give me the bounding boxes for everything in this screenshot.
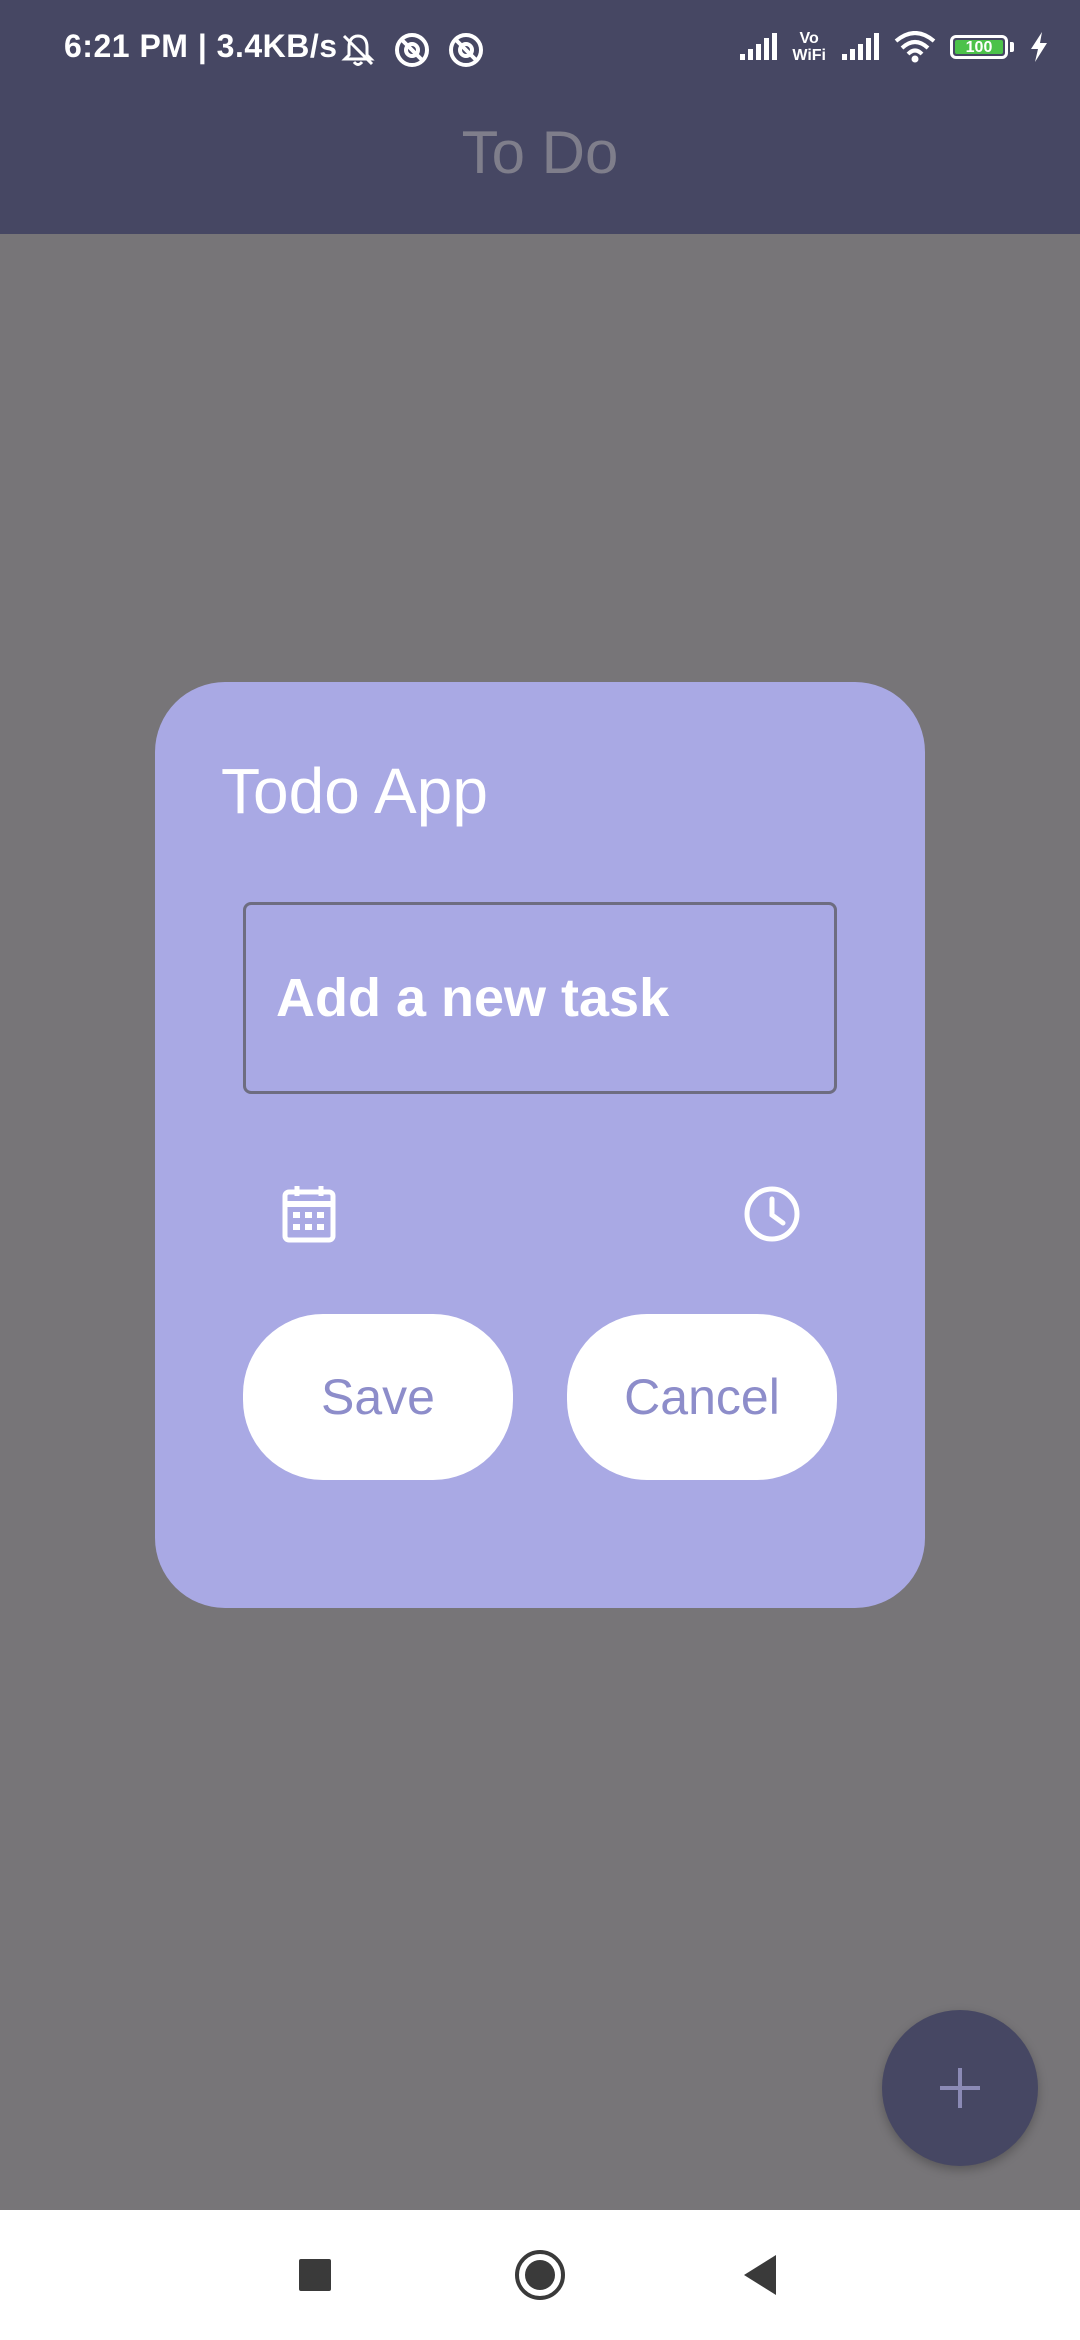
clock-icon — [744, 1186, 800, 1242]
add-task-fab[interactable] — [882, 2010, 1038, 2166]
status-right-icons: Vo WiFi 100 — [738, 30, 1050, 64]
status-left-icons — [338, 30, 486, 70]
vowifi-icon: Vo WiFi — [792, 30, 826, 64]
vpn-icon — [395, 33, 429, 67]
status-time: 6:21 PM | 3.4KB/s — [64, 28, 338, 64]
dialog-title: Todo App — [221, 755, 488, 827]
home-circle-icon — [515, 2250, 565, 2300]
app-bar: To Do — [0, 100, 1080, 234]
mute-icon — [341, 34, 375, 66]
recents-button[interactable] — [275, 2235, 355, 2315]
vowifi-line-1: Vo — [799, 30, 819, 47]
system-nav-bar — [0, 2210, 1080, 2340]
date-picker-button[interactable] — [269, 1174, 349, 1254]
recents-square-icon — [299, 2259, 331, 2291]
battery-icon: 100 — [950, 35, 1008, 59]
battery-tip — [1010, 42, 1014, 52]
vowifi-line-2: WiFi — [792, 47, 826, 64]
cancel-button[interactable]: Cancel — [567, 1314, 837, 1480]
app-title: To Do — [461, 119, 619, 186]
calendar-icon — [282, 1186, 336, 1243]
battery-level: 100 — [955, 40, 1003, 56]
signal-icon — [740, 33, 778, 60]
add-task-dialog: Todo App Save Cancel — [155, 682, 925, 1608]
home-button[interactable] — [500, 2235, 580, 2315]
time-picker-button[interactable] — [732, 1174, 812, 1254]
charging-icon — [1031, 32, 1047, 62]
back-triangle-icon — [744, 2255, 776, 2295]
status-bar: 6:21 PM | 3.4KB/s Vo WiFi 100 — [0, 0, 1080, 100]
task-input[interactable] — [243, 902, 837, 1094]
plus-icon — [940, 2068, 980, 2108]
save-button[interactable]: Save — [243, 1314, 513, 1480]
signal-icon — [842, 33, 879, 60]
wifi-icon — [894, 31, 936, 63]
back-button[interactable] — [720, 2235, 800, 2315]
vpn-icon — [449, 33, 483, 67]
